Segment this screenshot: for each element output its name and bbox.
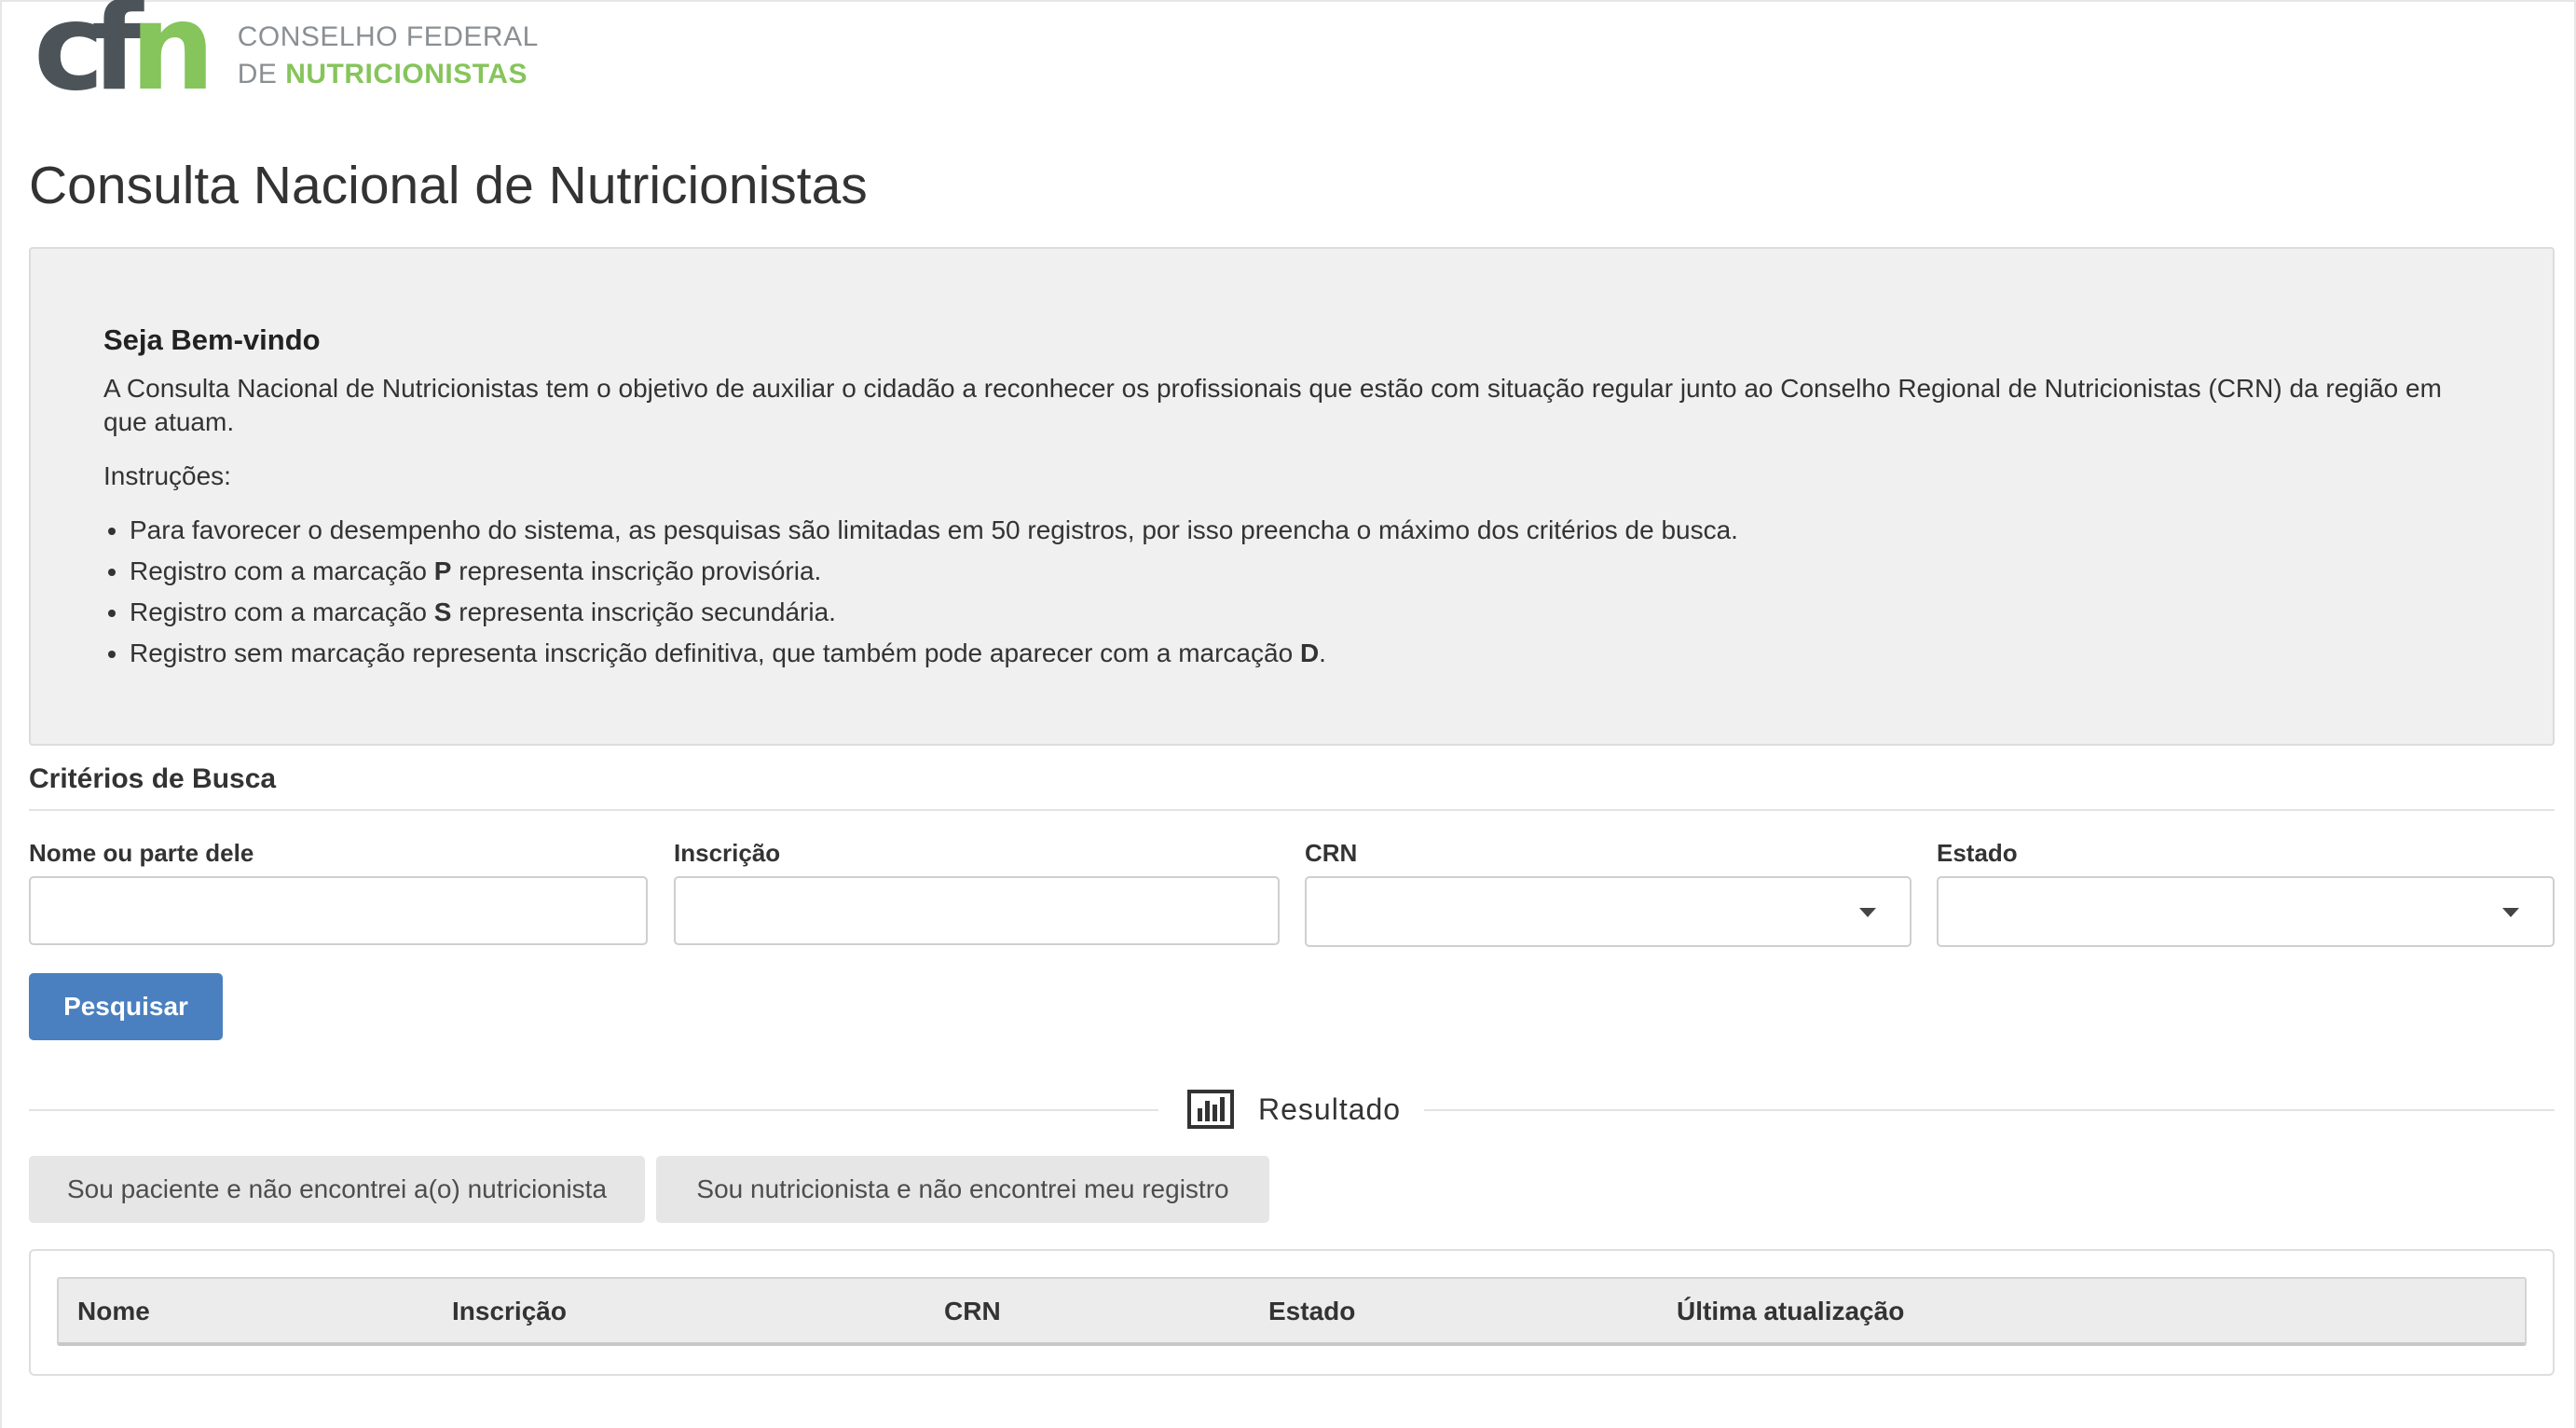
nutritionist-not-found-button[interactable]: Sou nutricionista e não encontrei meu re… <box>656 1156 1269 1223</box>
column-header-ultima-atualizacao[interactable]: Última atualização <box>1677 1279 1904 1344</box>
instruction-item: Para favorecer o desempenho do sistema, … <box>130 514 2480 547</box>
table-header-row: Nome Inscrição CRN Estado Última atualiz… <box>57 1277 2527 1346</box>
page: cfn CONSELHO FEDERAL DE NUTRICIONISTAS C… <box>0 0 2576 1428</box>
result-heading-text: Resultado <box>1258 1092 1402 1126</box>
crn-chevron-down-icon <box>1859 908 1876 917</box>
instruction-item: Registro com a marcação P representa ins… <box>130 555 2480 588</box>
welcome-description: A Consulta Nacional de Nutricionistas te… <box>103 374 2442 436</box>
name-label: Nome ou parte dele <box>29 839 254 867</box>
search-criteria-title: Critérios de Busca <box>29 763 277 794</box>
instruction-text-after: representa inscrição provisória. <box>451 556 822 585</box>
logo-mark: cfn <box>34 0 215 108</box>
logo-org-line2-bold: NUTRICIONISTAS <box>285 59 528 89</box>
instruction-item: Registro com a marcação S representa ins… <box>130 596 2480 629</box>
column-header-crn[interactable]: CRN <box>944 1279 1001 1344</box>
estado-chevron-down-icon <box>2502 908 2519 917</box>
instructions-list: Para favorecer o desempenho do sistema, … <box>103 514 2480 670</box>
welcome-panel: Seja Bem-vindo A Consulta Nacional de Nu… <box>29 247 2555 746</box>
estado-label: Estado <box>1937 839 2018 867</box>
bar-chart-icon <box>1187 1090 1234 1129</box>
column-header-estado[interactable]: Estado <box>1268 1279 1355 1344</box>
logo-org-line2: DE NUTRICIONISTAS <box>238 56 539 93</box>
instruction-item: Registro sem marcação representa inscriç… <box>130 637 2480 670</box>
instruction-mark: P <box>433 556 452 585</box>
inscricao-input[interactable] <box>674 876 1280 945</box>
search-button[interactable]: Pesquisar <box>29 973 223 1040</box>
logo-mark-right: n <box>130 0 215 117</box>
instruction-text-before: Registro sem marcação representa inscriç… <box>130 638 1300 667</box>
results-table: Nome Inscrição CRN Estado Última atualiz… <box>29 1249 2555 1376</box>
result-divider-left <box>29 1109 1158 1111</box>
estado-select[interactable] <box>1937 876 2555 947</box>
instruction-text-before: Registro com a marcação <box>130 556 434 585</box>
instruction-text: Para favorecer o desempenho do sistema, … <box>130 515 1738 544</box>
logo-mark-left: cf <box>34 0 144 117</box>
column-header-nome[interactable]: Nome <box>77 1279 150 1344</box>
logo-org-line1: CONSELHO FEDERAL <box>237 21 539 52</box>
logo-text: CONSELHO FEDERAL DE NUTRICIONISTAS <box>238 19 539 93</box>
page-title: Consulta Nacional de Nutricionistas <box>29 156 868 215</box>
column-header-inscricao[interactable]: Inscrição <box>452 1279 567 1344</box>
patient-not-found-button[interactable]: Sou paciente e não encontrei a(o) nutric… <box>29 1156 645 1223</box>
inscricao-label: Inscrição <box>674 839 781 867</box>
welcome-title: Seja Bem-vindo <box>103 323 321 356</box>
instruction-text-after: representa inscrição secundária. <box>451 597 836 626</box>
section-divider <box>29 809 2555 811</box>
logo-org-line2-prefix: DE <box>237 59 286 89</box>
crn-label: CRN <box>1305 839 1358 867</box>
result-divider-right <box>1424 1109 2555 1111</box>
name-input[interactable] <box>29 876 648 945</box>
instruction-mark: S <box>433 597 452 626</box>
crn-select[interactable] <box>1305 876 1911 947</box>
result-heading: Resultado <box>1187 1085 1401 1133</box>
cfn-logo[interactable]: cfn CONSELHO FEDERAL DE NUTRICIONISTAS <box>34 0 539 108</box>
instruction-text-after: . <box>1319 638 1326 667</box>
instruction-text-before: Registro com a marcação <box>130 597 434 626</box>
instruction-mark: D <box>1299 638 1320 667</box>
instructions-label: Instruções: <box>103 461 231 490</box>
